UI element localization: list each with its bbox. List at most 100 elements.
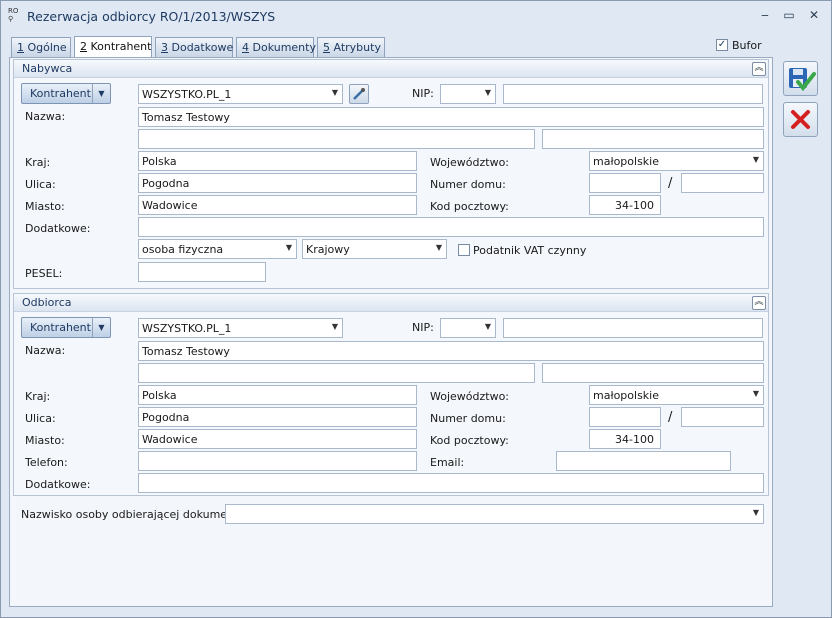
dodatkowe-input[interactable] bbox=[138, 217, 764, 237]
window-title: Rezerwacja odbiorcy RO/1/2013/WSZYS bbox=[27, 9, 276, 24]
tab-label: Atrybuty bbox=[333, 41, 381, 54]
kod-pocztowy-label: Kod pocztowy: bbox=[430, 434, 509, 447]
nip-label: NIP: bbox=[412, 87, 434, 100]
kontrahent-code-select[interactable]: WSZYSTKO.PL_1 ▼ bbox=[138, 84, 343, 104]
chevron-down-icon: ▼ bbox=[435, 243, 442, 252]
nip-prefix-select[interactable]: ▼ bbox=[440, 84, 496, 104]
dodatkowe-label: Dodatkowe: bbox=[25, 222, 91, 235]
maximize-icon[interactable]: ▭ bbox=[781, 7, 797, 23]
section-title: Odbiorca bbox=[22, 296, 72, 309]
nazwa3-input[interactable] bbox=[542, 363, 764, 383]
ulica-label: Ulica: bbox=[25, 178, 56, 191]
nazwa2-input[interactable] bbox=[138, 363, 535, 383]
pesel-input[interactable] bbox=[138, 262, 266, 282]
section-header: Nabywca bbox=[14, 60, 768, 78]
nazwa-input[interactable]: Tomasz Testowy bbox=[138, 107, 764, 127]
wojewodztwo-select[interactable]: małopolskie ▼ bbox=[589, 151, 764, 171]
miasto-input[interactable]: Wadowice bbox=[138, 195, 417, 215]
nip-input[interactable] bbox=[503, 84, 763, 104]
close-icon[interactable]: ✕ bbox=[806, 7, 822, 23]
tab-label: Dodatkowe bbox=[171, 41, 234, 54]
ulica-label: Ulica: bbox=[25, 412, 56, 425]
chevron-down-icon: ▼ bbox=[285, 243, 292, 252]
kraj-input[interactable]: Polska bbox=[138, 385, 417, 405]
tab-number: 2 bbox=[80, 40, 87, 53]
nabywca-section: Nabywca ︽ Kontrahent ▼ WSZYSTKO.PL_1 ▼ NIP… bbox=[13, 59, 769, 289]
nazwa3-input[interactable] bbox=[542, 129, 764, 149]
tab-ogolne[interactable]: 1 Ogólne bbox=[11, 37, 71, 57]
tab-dokumenty[interactable]: 4 Dokumenty bbox=[236, 37, 316, 57]
tab-panel: Nabywca ︽ Kontrahent ▼ WSZYSTKO.PL_1 ▼ NIP… bbox=[9, 57, 773, 607]
telefon-label: Telefon: bbox=[25, 456, 68, 469]
nip-label: NIP: bbox=[412, 321, 434, 334]
pipette-button[interactable] bbox=[349, 84, 369, 104]
odbiorca-section: Odbiorca ︽ Kontrahent ▼ WSZYSTKO.PL_1 ▼ NI… bbox=[13, 293, 769, 496]
numer-lokalu-input[interactable] bbox=[681, 173, 764, 193]
nazwa-label: Nazwa: bbox=[25, 344, 66, 357]
save-button[interactable] bbox=[783, 61, 818, 96]
nip-input[interactable] bbox=[503, 318, 763, 338]
vat-checkbox[interactable] bbox=[458, 244, 470, 256]
wojewodztwo-label: Województwo: bbox=[430, 156, 510, 169]
numer-domu-input[interactable] bbox=[589, 407, 661, 427]
tab-dodatkowe[interactable]: 3 Dodatkowe bbox=[155, 37, 233, 57]
kod-pocztowy-input[interactable]: 34-100 bbox=[589, 195, 661, 215]
chevrons-up-icon[interactable]: ︽ bbox=[752, 62, 766, 76]
ulica-input[interactable]: Pogodna bbox=[138, 407, 417, 427]
tab-number: 5 bbox=[323, 41, 330, 54]
slash-separator: / bbox=[668, 410, 673, 425]
tab-atrybuty[interactable]: 5 Atrybuty bbox=[317, 37, 385, 57]
nazwa2-input[interactable] bbox=[138, 129, 535, 149]
minimize-icon[interactable]: ‒ bbox=[757, 7, 773, 23]
select-value: Krajowy bbox=[306, 243, 350, 256]
wojewodztwo-select[interactable]: małopolskie ▼ bbox=[589, 385, 764, 405]
kontrahent-button[interactable]: Kontrahent ▼ bbox=[21, 83, 111, 104]
chevrons-up-icon[interactable]: ︽ bbox=[752, 296, 766, 310]
miasto-input[interactable]: Wadowice bbox=[138, 429, 417, 449]
cancel-icon bbox=[791, 110, 810, 129]
tab-label: Ogólne bbox=[27, 41, 67, 54]
kontrahent-code-select[interactable]: WSZYSTKO.PL_1 ▼ bbox=[138, 318, 343, 338]
tab-kontrahent[interactable]: 2 Kontrahent bbox=[74, 36, 152, 58]
dodatkowe-input[interactable] bbox=[138, 473, 764, 493]
app-icon: RO ⚲ bbox=[8, 7, 19, 23]
chevron-down-icon[interactable]: ▼ bbox=[92, 318, 110, 337]
email-input[interactable] bbox=[556, 451, 731, 471]
nazwa-label: Nazwa: bbox=[25, 110, 66, 123]
nazwa-input[interactable]: Tomasz Testowy bbox=[138, 341, 764, 361]
numer-lokalu-input[interactable] bbox=[681, 407, 764, 427]
nazwisko-select[interactable]: ▼ bbox=[225, 504, 764, 524]
status-select[interactable]: osoba fizyczna ▼ bbox=[138, 239, 297, 259]
kraj-label: Kraj: bbox=[25, 390, 51, 403]
chevron-down-icon: ▼ bbox=[752, 508, 759, 517]
telefon-input[interactable] bbox=[138, 451, 417, 471]
numer-domu-label: Numer domu: bbox=[430, 178, 506, 191]
cancel-button[interactable] bbox=[783, 102, 818, 137]
button-label: Kontrahent bbox=[30, 321, 91, 334]
tab-number: 3 bbox=[161, 41, 168, 54]
chevron-down-icon: ▼ bbox=[331, 88, 338, 97]
email-label: Email: bbox=[430, 456, 465, 469]
numer-domu-input[interactable] bbox=[589, 173, 661, 193]
rodzaj-select[interactable]: Krajowy ▼ bbox=[302, 239, 447, 259]
miasto-label: Miasto: bbox=[25, 200, 65, 213]
nazwisko-label: Nazwisko osoby odbierającej dokument: bbox=[21, 508, 243, 521]
bufor-checkbox[interactable]: ✓ bbox=[716, 39, 728, 51]
select-value: WSZYSTKO.PL_1 bbox=[142, 322, 232, 335]
window: RO ⚲ Rezerwacja odbiorcy RO/1/2013/WSZYS … bbox=[0, 0, 832, 618]
kod-pocztowy-label: Kod pocztowy: bbox=[430, 200, 509, 213]
numer-domu-label: Numer domu: bbox=[430, 412, 506, 425]
kod-pocztowy-input[interactable]: 34-100 bbox=[589, 429, 661, 449]
select-value: WSZYSTKO.PL_1 bbox=[142, 88, 232, 101]
title-bar: RO ⚲ Rezerwacja odbiorcy RO/1/2013/WSZYS … bbox=[1, 1, 831, 31]
dodatkowe-label: Dodatkowe: bbox=[25, 478, 91, 491]
chevron-down-icon[interactable]: ▼ bbox=[92, 84, 110, 103]
kraj-input[interactable]: Polska bbox=[138, 151, 417, 171]
nip-prefix-select[interactable]: ▼ bbox=[440, 318, 496, 338]
chevron-down-icon: ▼ bbox=[331, 322, 338, 331]
kontrahent-button[interactable]: Kontrahent ▼ bbox=[21, 317, 111, 338]
section-header: Odbiorca bbox=[14, 294, 768, 312]
pesel-label: PESEL: bbox=[25, 267, 63, 280]
ulica-input[interactable]: Pogodna bbox=[138, 173, 417, 193]
slash-separator: / bbox=[668, 176, 673, 191]
